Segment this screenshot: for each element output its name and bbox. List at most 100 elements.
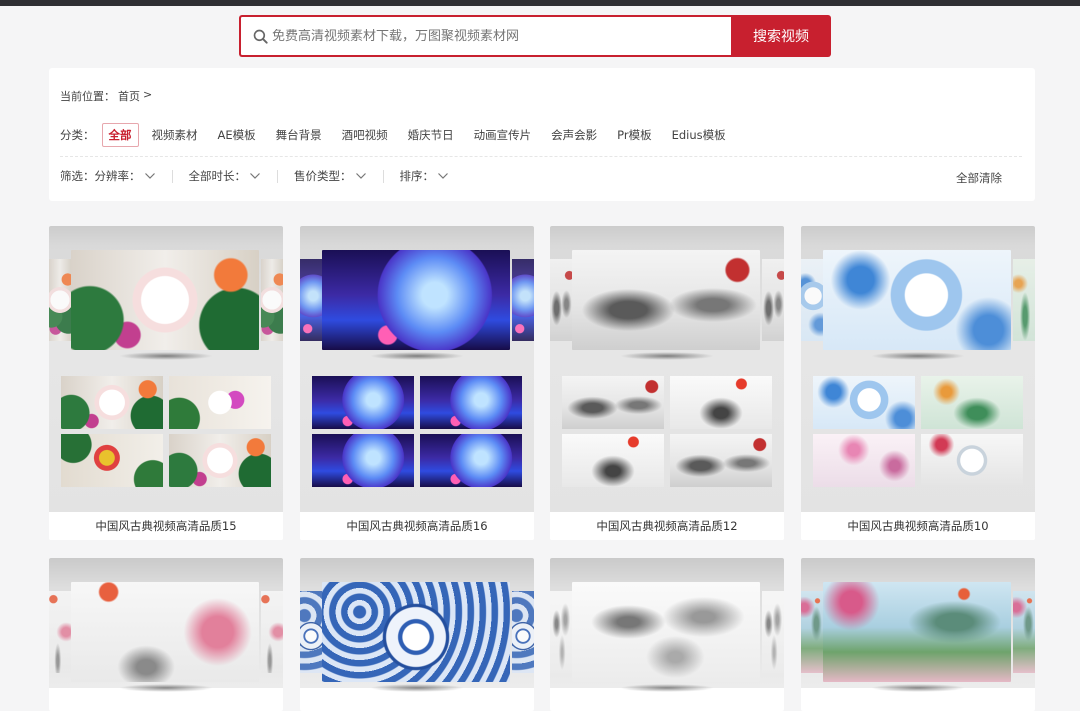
preview-side-right — [762, 259, 784, 341]
video-title[interactable]: 中国风古典视频高清品质16 — [300, 512, 534, 540]
video-card[interactable]: 中国风古典视频高清品质15 — [49, 226, 283, 540]
divider — [60, 156, 1022, 157]
video-title[interactable]: 中国风古典视频高清品质15 — [49, 512, 283, 540]
preview-shadow — [370, 352, 464, 360]
filter-sort-label: 排序： — [399, 169, 435, 183]
preview-side-right — [762, 591, 784, 673]
search-button[interactable]: 搜索视频 — [731, 15, 831, 57]
preview-side-right — [512, 591, 534, 673]
preview-main-image — [823, 250, 1011, 350]
category-animation-promo[interactable]: 动画宣传片 — [467, 123, 539, 147]
preview-side-left — [300, 259, 322, 341]
preview-side-left — [300, 591, 322, 673]
search-box[interactable] — [239, 15, 731, 57]
preview-main-image — [572, 582, 760, 682]
preview-main-image — [322, 250, 510, 350]
video-preview — [550, 558, 784, 692]
preview-thumbnail — [312, 434, 414, 487]
category-ae-template[interactable]: AE模板 — [211, 123, 263, 147]
preview-thumbnail — [921, 376, 1023, 429]
breadcrumb-separator: > — [143, 88, 153, 101]
preview-side-right — [1013, 259, 1035, 341]
filter-duration[interactable]: 全部时长： — [189, 168, 262, 184]
video-card[interactable] — [801, 558, 1035, 711]
preview-thumbnail — [61, 434, 163, 487]
category-edius-template[interactable]: Edius模板 — [665, 123, 733, 147]
filter-label: 筛选： — [60, 169, 95, 183]
preview-side-left — [550, 259, 572, 341]
category-row: 分类： 全部 视频素材 AE模板 舞台背景 酒吧视频 婚庆节日 动画宣传片 会声… — [60, 123, 739, 147]
video-card[interactable]: 中国风古典视频高清品质16 — [300, 226, 534, 540]
clear-all-button[interactable]: 全部清除 — [956, 170, 1002, 186]
filter-separator — [382, 169, 384, 183]
preview-main-image — [823, 582, 1011, 682]
filter-row: 筛选： 分辨率： 全部时长： 售价类型： 排序： — [60, 168, 449, 184]
search-input[interactable] — [272, 28, 712, 44]
category-video-material[interactable]: 视频素材 — [145, 123, 205, 147]
preview-thumbnail — [813, 376, 915, 429]
preview-thumbnail — [670, 376, 772, 429]
video-card[interactable]: 中国风古典视频高清品质10 — [801, 226, 1035, 540]
preview-thumbnail — [420, 376, 522, 429]
video-title[interactable]: 中国风古典视频高清品质10 — [801, 512, 1035, 540]
preview-shadow — [871, 684, 965, 692]
preview-side-left — [49, 259, 71, 341]
preview-thumbnail — [813, 434, 915, 487]
preview-side-left — [49, 591, 71, 673]
video-preview — [550, 226, 784, 512]
preview-shadow — [871, 352, 965, 360]
category-bar-video[interactable]: 酒吧视频 — [335, 123, 395, 147]
breadcrumb-prefix: 当前位置： — [60, 90, 115, 103]
preview-thumbnail — [670, 434, 772, 487]
video-card[interactable] — [49, 558, 283, 711]
preview-thumbnail — [420, 434, 522, 487]
breadcrumb: 当前位置： 首页 > — [60, 88, 152, 104]
preview-main-image — [322, 582, 510, 682]
chevron-down-icon — [144, 173, 155, 179]
chevron-down-icon — [250, 173, 260, 179]
filter-sort[interactable]: 排序： — [400, 168, 450, 184]
search-icon — [253, 29, 268, 44]
video-preview — [801, 226, 1035, 512]
top-bar — [0, 0, 1080, 6]
category-pr-template[interactable]: Pr模板 — [610, 123, 658, 147]
category-stage-background[interactable]: 舞台背景 — [269, 123, 329, 147]
video-card[interactable] — [550, 558, 784, 711]
category-wedding-festival[interactable]: 婚庆节日 — [401, 123, 461, 147]
preview-thumbnail — [169, 376, 271, 429]
preview-side-right — [261, 259, 283, 341]
preview-side-right — [512, 259, 534, 341]
category-all[interactable]: 全部 — [101, 123, 139, 147]
preview-side-left — [550, 591, 572, 673]
filter-price-type-label: 售价类型： — [294, 169, 352, 183]
video-preview — [300, 226, 534, 512]
preview-side-right — [1013, 591, 1035, 673]
preview-shadow — [119, 684, 213, 692]
preview-thumbnail — [562, 376, 664, 429]
preview-main-image — [572, 250, 760, 350]
filter-separator — [171, 169, 173, 183]
filter-resolution[interactable]: 分辨率： — [95, 168, 156, 184]
video-card[interactable] — [300, 558, 534, 711]
filter-resolution-label: 分辨率： — [94, 169, 141, 183]
preview-shadow — [620, 684, 714, 692]
chevron-down-icon — [355, 173, 366, 179]
preview-side-left — [801, 591, 823, 673]
preview-thumbnail — [169, 434, 271, 487]
breadcrumb-home-link[interactable]: 首页 — [118, 88, 140, 104]
filter-duration-label: 全部时长： — [188, 169, 247, 183]
category-video-studio[interactable]: 会声会影 — [544, 123, 604, 147]
preview-shadow — [620, 352, 714, 360]
filter-separator — [277, 169, 278, 183]
video-title[interactable]: 中国风古典视频高清品质12 — [550, 512, 784, 540]
video-preview — [801, 558, 1035, 692]
preview-shadow — [119, 352, 213, 360]
preview-main-image — [71, 582, 259, 682]
video-preview — [49, 226, 283, 512]
filter-price-type[interactable]: 售价类型： — [294, 168, 367, 184]
category-label: 分类： — [60, 128, 95, 142]
preview-thumbnail — [312, 376, 414, 429]
video-card[interactable]: 中国风古典视频高清品质12 — [550, 226, 784, 540]
chevron-down-icon — [438, 173, 448, 179]
filter-panel: 当前位置： 首页 > 分类： 全部 视频素材 AE模板 舞台背景 酒吧视频 婚庆… — [49, 68, 1035, 201]
